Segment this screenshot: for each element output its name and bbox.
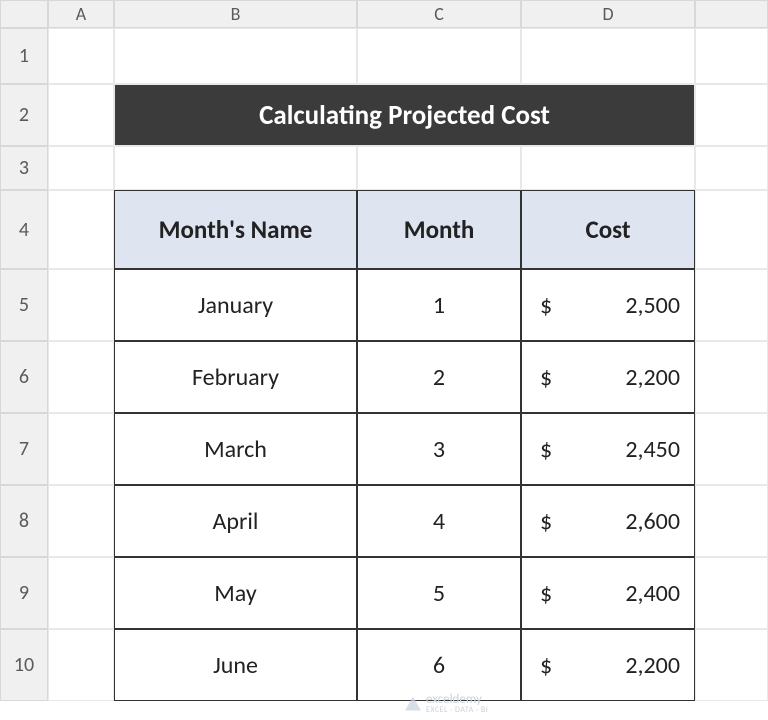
cell-e6[interactable] <box>695 341 768 413</box>
table-header-month-name[interactable]: Month's Name <box>114 190 357 269</box>
watermark-tagline: EXCEL · DATA · BI <box>426 705 488 715</box>
currency-symbol: $ <box>540 363 552 392</box>
col-header-c[interactable]: C <box>357 0 521 28</box>
cell-e10[interactable] <box>695 629 768 701</box>
table-row[interactable]: March <box>114 413 357 485</box>
cell-e8[interactable] <box>695 485 768 557</box>
cost-value: 2,500 <box>625 291 680 320</box>
cell-a3[interactable] <box>48 146 114 190</box>
cost-value: 2,200 <box>625 363 680 392</box>
row-header-5[interactable]: 5 <box>0 269 48 341</box>
cell-a9[interactable] <box>48 557 114 629</box>
table-row[interactable]: $ 2,600 <box>521 485 695 557</box>
cell-a7[interactable] <box>48 413 114 485</box>
currency-symbol: $ <box>540 507 552 536</box>
cost-value: 2,400 <box>625 579 680 608</box>
currency-symbol: $ <box>540 291 552 320</box>
table-row[interactable]: 3 <box>357 413 521 485</box>
table-row[interactable]: $ 2,450 <box>521 413 695 485</box>
cell-a6[interactable] <box>48 341 114 413</box>
cell-c3[interactable] <box>357 146 521 190</box>
cell-a4[interactable] <box>48 190 114 269</box>
cell-e9[interactable] <box>695 557 768 629</box>
table-row[interactable]: $ 2,400 <box>521 557 695 629</box>
cell-d3[interactable] <box>521 146 695 190</box>
table-row[interactable]: January <box>114 269 357 341</box>
select-all-corner[interactable] <box>0 0 48 28</box>
table-row[interactable]: 1 <box>357 269 521 341</box>
table-row[interactable]: $ 2,500 <box>521 269 695 341</box>
cell-a5[interactable] <box>48 269 114 341</box>
cell-b1[interactable] <box>114 28 357 84</box>
cell-a8[interactable] <box>48 485 114 557</box>
cell-e1[interactable] <box>695 28 768 84</box>
cell-a1[interactable] <box>48 28 114 84</box>
title-cell[interactable]: Calculating Projected Cost <box>114 84 695 146</box>
table-row[interactable]: April <box>114 485 357 557</box>
row-header-1[interactable]: 1 <box>0 28 48 84</box>
row-header-7[interactable]: 7 <box>0 413 48 485</box>
currency-symbol: $ <box>540 651 552 680</box>
cell-a10[interactable] <box>48 629 114 701</box>
col-header-b[interactable]: B <box>114 0 357 28</box>
cell-c1[interactable] <box>357 28 521 84</box>
currency-symbol: $ <box>540 435 552 464</box>
cost-value: 2,600 <box>625 507 680 536</box>
col-header-e[interactable] <box>695 0 768 28</box>
cell-a2[interactable] <box>48 84 114 146</box>
col-header-d[interactable]: D <box>521 0 695 28</box>
cell-d1[interactable] <box>521 28 695 84</box>
table-row[interactable]: 5 <box>357 557 521 629</box>
cell-e2[interactable] <box>695 84 768 146</box>
currency-symbol: $ <box>540 579 552 608</box>
table-row[interactable]: 2 <box>357 341 521 413</box>
table-row[interactable]: 6 <box>357 629 521 701</box>
table-row[interactable]: $ 2,200 <box>521 341 695 413</box>
cell-e3[interactable] <box>695 146 768 190</box>
table-row[interactable]: June <box>114 629 357 701</box>
cost-value: 2,450 <box>625 435 680 464</box>
row-header-6[interactable]: 6 <box>0 341 48 413</box>
table-row[interactable]: May <box>114 557 357 629</box>
cell-e7[interactable] <box>695 413 768 485</box>
row-header-3[interactable]: 3 <box>0 146 48 190</box>
row-header-8[interactable]: 8 <box>0 485 48 557</box>
cell-e4[interactable] <box>695 190 768 269</box>
table-header-cost[interactable]: Cost <box>521 190 695 269</box>
table-row[interactable]: 4 <box>357 485 521 557</box>
row-header-10[interactable]: 10 <box>0 629 48 701</box>
table-row[interactable]: $ 2,200 <box>521 629 695 701</box>
cell-b3[interactable] <box>114 146 357 190</box>
cost-value: 2,200 <box>625 651 680 680</box>
row-header-9[interactable]: 9 <box>0 557 48 629</box>
spreadsheet-grid[interactable]: A B C D 1 2 Calculating Projected Cost 3… <box>0 0 768 701</box>
table-row[interactable]: February <box>114 341 357 413</box>
row-header-4[interactable]: 4 <box>0 190 48 269</box>
row-header-2[interactable]: 2 <box>0 84 48 146</box>
col-header-a[interactable]: A <box>48 0 114 28</box>
cell-e5[interactable] <box>695 269 768 341</box>
table-header-month[interactable]: Month <box>357 190 521 269</box>
